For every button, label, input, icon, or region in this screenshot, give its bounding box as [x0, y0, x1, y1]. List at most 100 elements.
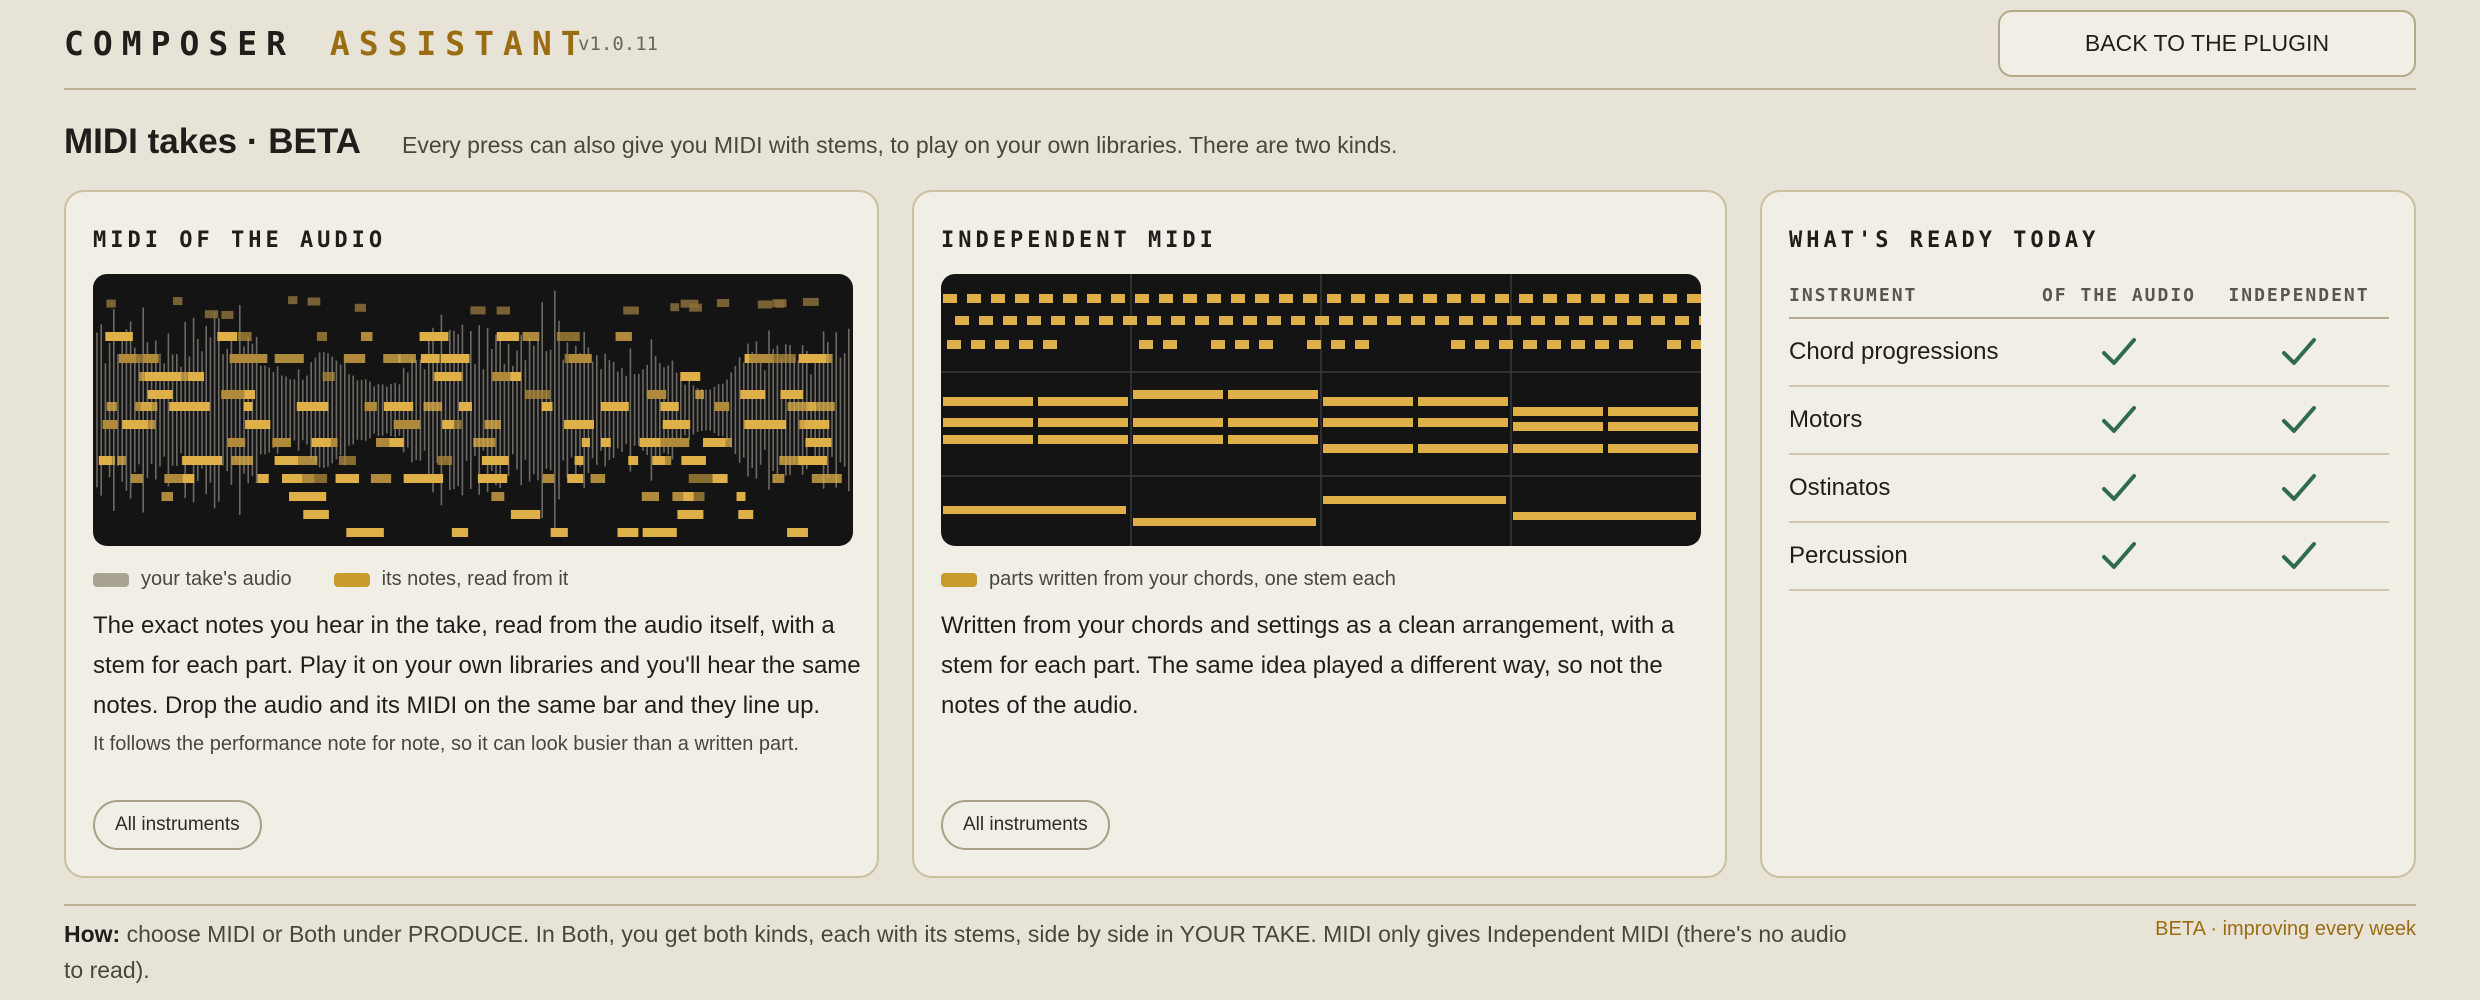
note-block	[1003, 316, 1017, 325]
note-block	[780, 390, 804, 399]
note-block	[316, 332, 328, 341]
footer-beta-note: BETA · improving every week	[2155, 918, 2416, 940]
note-block	[257, 474, 269, 483]
note-block	[707, 438, 721, 447]
intro: MIDI takes · BETA Every press can also g…	[64, 122, 1397, 162]
note-block	[1267, 316, 1281, 325]
footer-divider	[64, 904, 2416, 906]
note-block	[1651, 316, 1665, 325]
note-block	[229, 354, 245, 363]
legend: parts written from your chords, one stem…	[941, 568, 1438, 591]
brand-word-assistant: ASSISTANT	[329, 24, 590, 63]
chord-note	[1133, 390, 1223, 399]
note-block	[477, 474, 508, 483]
back-to-plugin-button[interactable]: BACK TO THE PLUGIN	[1998, 10, 2416, 77]
note-block	[1355, 340, 1369, 349]
page-subtitle: Every press can also give you MIDI with …	[402, 132, 1398, 158]
chord-note	[943, 418, 1033, 427]
note-block	[458, 402, 472, 411]
footer-how: How: choose MIDI or Both under PRODUCE. …	[64, 916, 1864, 988]
note-block	[688, 474, 713, 483]
note-block	[1627, 316, 1641, 325]
check-icon-independent	[2209, 522, 2389, 591]
note-block	[491, 492, 505, 501]
note-block	[1211, 340, 1225, 349]
legend: your take's audio its notes, read from i…	[93, 568, 610, 591]
note-block	[1159, 294, 1173, 303]
note-block	[1547, 340, 1561, 349]
note-block	[1351, 294, 1365, 303]
note-block	[1123, 316, 1137, 325]
chord-note	[1038, 397, 1128, 406]
note-block	[760, 420, 787, 429]
note-block	[967, 294, 981, 303]
note-block	[343, 354, 366, 363]
instrument-name: Chord progressions	[1789, 318, 2029, 387]
note-block	[647, 528, 677, 537]
chord-note	[1418, 397, 1508, 406]
note-block	[660, 402, 679, 411]
all-instruments-button[interactable]: All instruments	[93, 800, 262, 850]
note-block	[1447, 294, 1461, 303]
chord-note	[1513, 422, 1603, 431]
note-block	[451, 528, 469, 537]
panel-heading: WHAT'S READY TODAY	[1789, 228, 2100, 253]
note-block	[1019, 340, 1033, 349]
note-block	[244, 390, 256, 399]
note-block	[749, 354, 773, 363]
note-block	[1675, 316, 1689, 325]
instrument-name: Ostinatos	[1789, 454, 2029, 523]
note-block	[660, 438, 690, 447]
note-block	[383, 402, 414, 411]
table-row: Ostinatos	[1789, 454, 2389, 523]
table-row: Percussion	[1789, 522, 2389, 591]
all-instruments-button[interactable]: All instruments	[941, 800, 1110, 850]
note-block	[1375, 294, 1389, 303]
note-block	[1015, 294, 1029, 303]
note-block	[524, 510, 541, 519]
bass-note	[1323, 496, 1506, 504]
note-block	[423, 402, 443, 411]
note-block	[1099, 316, 1113, 325]
note-block	[1315, 316, 1329, 325]
note-block	[1471, 294, 1485, 303]
note-block	[1147, 316, 1161, 325]
note-block	[338, 456, 356, 465]
note-block	[1451, 340, 1465, 349]
note-block	[419, 332, 449, 341]
note-block	[670, 303, 680, 312]
chord-note	[1608, 444, 1698, 453]
note-block	[204, 310, 219, 319]
note-block	[307, 474, 328, 483]
note-block	[524, 390, 551, 399]
note-block	[1603, 316, 1617, 325]
note-block	[231, 456, 253, 465]
page-title: MIDI takes · BETA	[64, 122, 361, 161]
note-block	[1195, 316, 1209, 325]
note-block	[623, 306, 639, 315]
chord-note	[1038, 435, 1128, 444]
note-block	[437, 456, 453, 465]
note-block	[1235, 340, 1249, 349]
note-block	[1171, 316, 1185, 325]
note-block	[581, 438, 590, 447]
note-block	[420, 354, 440, 363]
note-block	[144, 372, 162, 381]
note-block	[307, 297, 321, 306]
note-block	[628, 456, 639, 465]
note-block	[590, 474, 606, 483]
note-block	[140, 402, 158, 411]
note-block	[1327, 294, 1341, 303]
note-block	[1051, 316, 1065, 325]
note-block	[574, 456, 584, 465]
note-block	[106, 402, 117, 411]
note-block	[274, 456, 299, 465]
table-row: Motors	[1789, 386, 2389, 455]
note-block	[346, 528, 375, 537]
bass-note	[1133, 518, 1316, 526]
chord-note	[1228, 390, 1318, 399]
legend-swatch-audio	[93, 572, 129, 587]
note-block	[1207, 294, 1221, 303]
note-block	[712, 474, 728, 483]
note-block	[542, 474, 555, 483]
